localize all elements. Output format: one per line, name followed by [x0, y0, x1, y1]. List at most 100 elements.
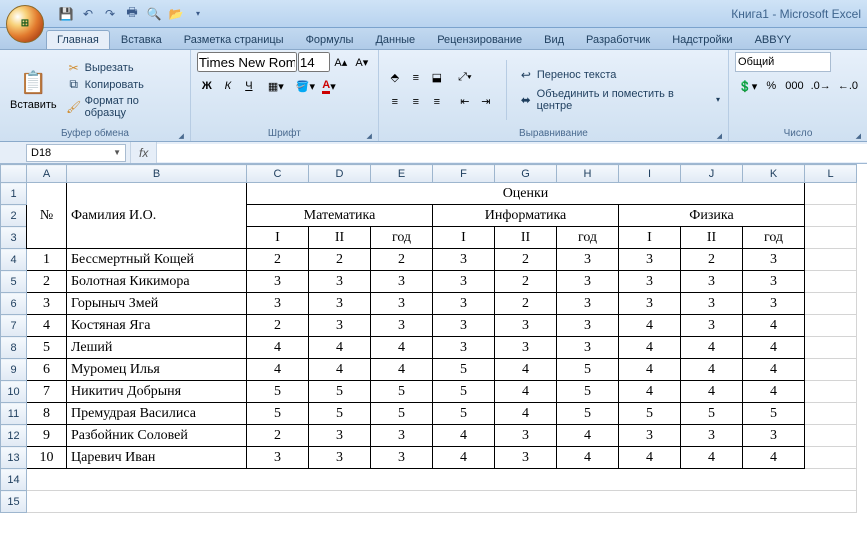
- undo-icon[interactable]: ↶: [80, 6, 96, 22]
- col-header[interactable]: J: [681, 165, 743, 183]
- cell[interactable]: I: [619, 227, 681, 249]
- cell[interactable]: 4: [743, 447, 805, 469]
- cell[interactable]: 4: [743, 337, 805, 359]
- row-header[interactable]: 1: [1, 183, 27, 205]
- cell[interactable]: 3: [619, 271, 681, 293]
- tab-addins[interactable]: Надстройки: [661, 30, 743, 49]
- cell[interactable]: 3: [309, 425, 371, 447]
- tab-data[interactable]: Данные: [364, 30, 426, 49]
- cell[interactable]: 2: [247, 315, 309, 337]
- cell[interactable]: 5: [309, 403, 371, 425]
- select-all-corner[interactable]: [1, 165, 27, 183]
- cell[interactable]: 3: [619, 293, 681, 315]
- cell[interactable]: [805, 425, 857, 447]
- qat-dropdown-icon[interactable]: ▾: [190, 6, 206, 22]
- preview-icon[interactable]: 🔍: [146, 6, 162, 22]
- name-box[interactable]: D18 ▼: [26, 144, 126, 162]
- cell[interactable]: 4: [371, 359, 433, 381]
- decrease-font-button[interactable]: A▾: [352, 52, 372, 72]
- cell[interactable]: 6: [27, 359, 67, 381]
- cell[interactable]: 3: [433, 249, 495, 271]
- font-color-button[interactable]: A▾: [319, 76, 339, 96]
- cell[interactable]: 3: [557, 271, 619, 293]
- tab-home[interactable]: Главная: [46, 30, 110, 49]
- cell[interactable]: 3: [309, 315, 371, 337]
- cell[interactable]: 3: [557, 249, 619, 271]
- print-icon[interactable]: 🖶: [124, 6, 140, 22]
- cell[interactable]: год: [743, 227, 805, 249]
- cell[interactable]: 5: [371, 381, 433, 403]
- increase-font-button[interactable]: A▴: [331, 52, 351, 72]
- currency-button[interactable]: 💲▾: [735, 76, 760, 96]
- cell[interactable]: 3: [371, 425, 433, 447]
- row-header[interactable]: 5: [1, 271, 27, 293]
- cell[interactable]: II: [495, 227, 557, 249]
- cell[interactable]: 4: [619, 381, 681, 403]
- percent-button[interactable]: %: [761, 76, 781, 96]
- col-header[interactable]: K: [743, 165, 805, 183]
- fx-button[interactable]: fx: [130, 142, 157, 163]
- cell[interactable]: 2: [371, 249, 433, 271]
- office-button[interactable]: ⊞: [6, 5, 44, 43]
- cell[interactable]: год: [371, 227, 433, 249]
- cell[interactable]: 2: [27, 271, 67, 293]
- cell[interactable]: 4: [309, 337, 371, 359]
- cell[interactable]: Муромец Илья: [67, 359, 247, 381]
- cell[interactable]: 2: [681, 249, 743, 271]
- cell[interactable]: 4: [619, 315, 681, 337]
- cell[interactable]: 2: [309, 249, 371, 271]
- number-format-select[interactable]: [735, 52, 831, 72]
- row-header[interactable]: 8: [1, 337, 27, 359]
- underline-button[interactable]: Ч: [239, 76, 259, 96]
- cell[interactable]: №: [27, 183, 67, 249]
- wrap-text-button[interactable]: ↩Перенос текста: [517, 67, 722, 83]
- cell[interactable]: 3: [433, 293, 495, 315]
- cell[interactable]: 3: [495, 425, 557, 447]
- cell[interactable]: 5: [27, 337, 67, 359]
- cell[interactable]: 3: [557, 315, 619, 337]
- copy-button[interactable]: ⧉Копировать: [65, 77, 184, 93]
- fill-color-button[interactable]: 🪣▾: [293, 76, 318, 96]
- cell[interactable]: 4: [247, 337, 309, 359]
- align-top-button[interactable]: ⬘: [385, 68, 405, 88]
- col-header[interactable]: E: [371, 165, 433, 183]
- row-header[interactable]: 10: [1, 381, 27, 403]
- cell[interactable]: II: [681, 227, 743, 249]
- col-header[interactable]: B: [67, 165, 247, 183]
- cell[interactable]: 5: [557, 381, 619, 403]
- col-header[interactable]: D: [309, 165, 371, 183]
- cell[interactable]: [805, 381, 857, 403]
- open-icon[interactable]: 📂: [168, 6, 184, 22]
- cell[interactable]: Никитич Добрыня: [67, 381, 247, 403]
- cell[interactable]: 4: [681, 381, 743, 403]
- cell[interactable]: Горыныч Змей: [67, 293, 247, 315]
- column-headers[interactable]: A B C D E F G H I J K L: [1, 165, 857, 183]
- cell[interactable]: 5: [433, 381, 495, 403]
- increase-indent-button[interactable]: ⇥: [476, 92, 496, 112]
- cell[interactable]: [805, 315, 857, 337]
- cell[interactable]: 2: [495, 293, 557, 315]
- cell[interactable]: 3: [557, 293, 619, 315]
- orientation-button[interactable]: ⤢▾: [455, 68, 475, 88]
- cell[interactable]: 5: [309, 381, 371, 403]
- cell[interactable]: 4: [681, 337, 743, 359]
- cell[interactable]: 3: [681, 425, 743, 447]
- tab-formulas[interactable]: Формулы: [295, 30, 365, 49]
- cell[interactable]: 3: [433, 337, 495, 359]
- format-painter-button[interactable]: 🖌Формат по образцу: [65, 94, 184, 120]
- cell[interactable]: 3: [247, 271, 309, 293]
- cell[interactable]: 4: [27, 315, 67, 337]
- cell[interactable]: Математика: [247, 205, 433, 227]
- row-header[interactable]: 3: [1, 227, 27, 249]
- cell[interactable]: 3: [247, 447, 309, 469]
- cell[interactable]: 1: [27, 249, 67, 271]
- cell[interactable]: год: [557, 227, 619, 249]
- cell[interactable]: 5: [681, 403, 743, 425]
- cell[interactable]: 9: [27, 425, 67, 447]
- cell[interactable]: Костяная Яга: [67, 315, 247, 337]
- cell[interactable]: Оценки: [247, 183, 805, 205]
- cell[interactable]: 5: [371, 403, 433, 425]
- cell[interactable]: [805, 359, 857, 381]
- row-header[interactable]: 7: [1, 315, 27, 337]
- cell[interactable]: 5: [247, 403, 309, 425]
